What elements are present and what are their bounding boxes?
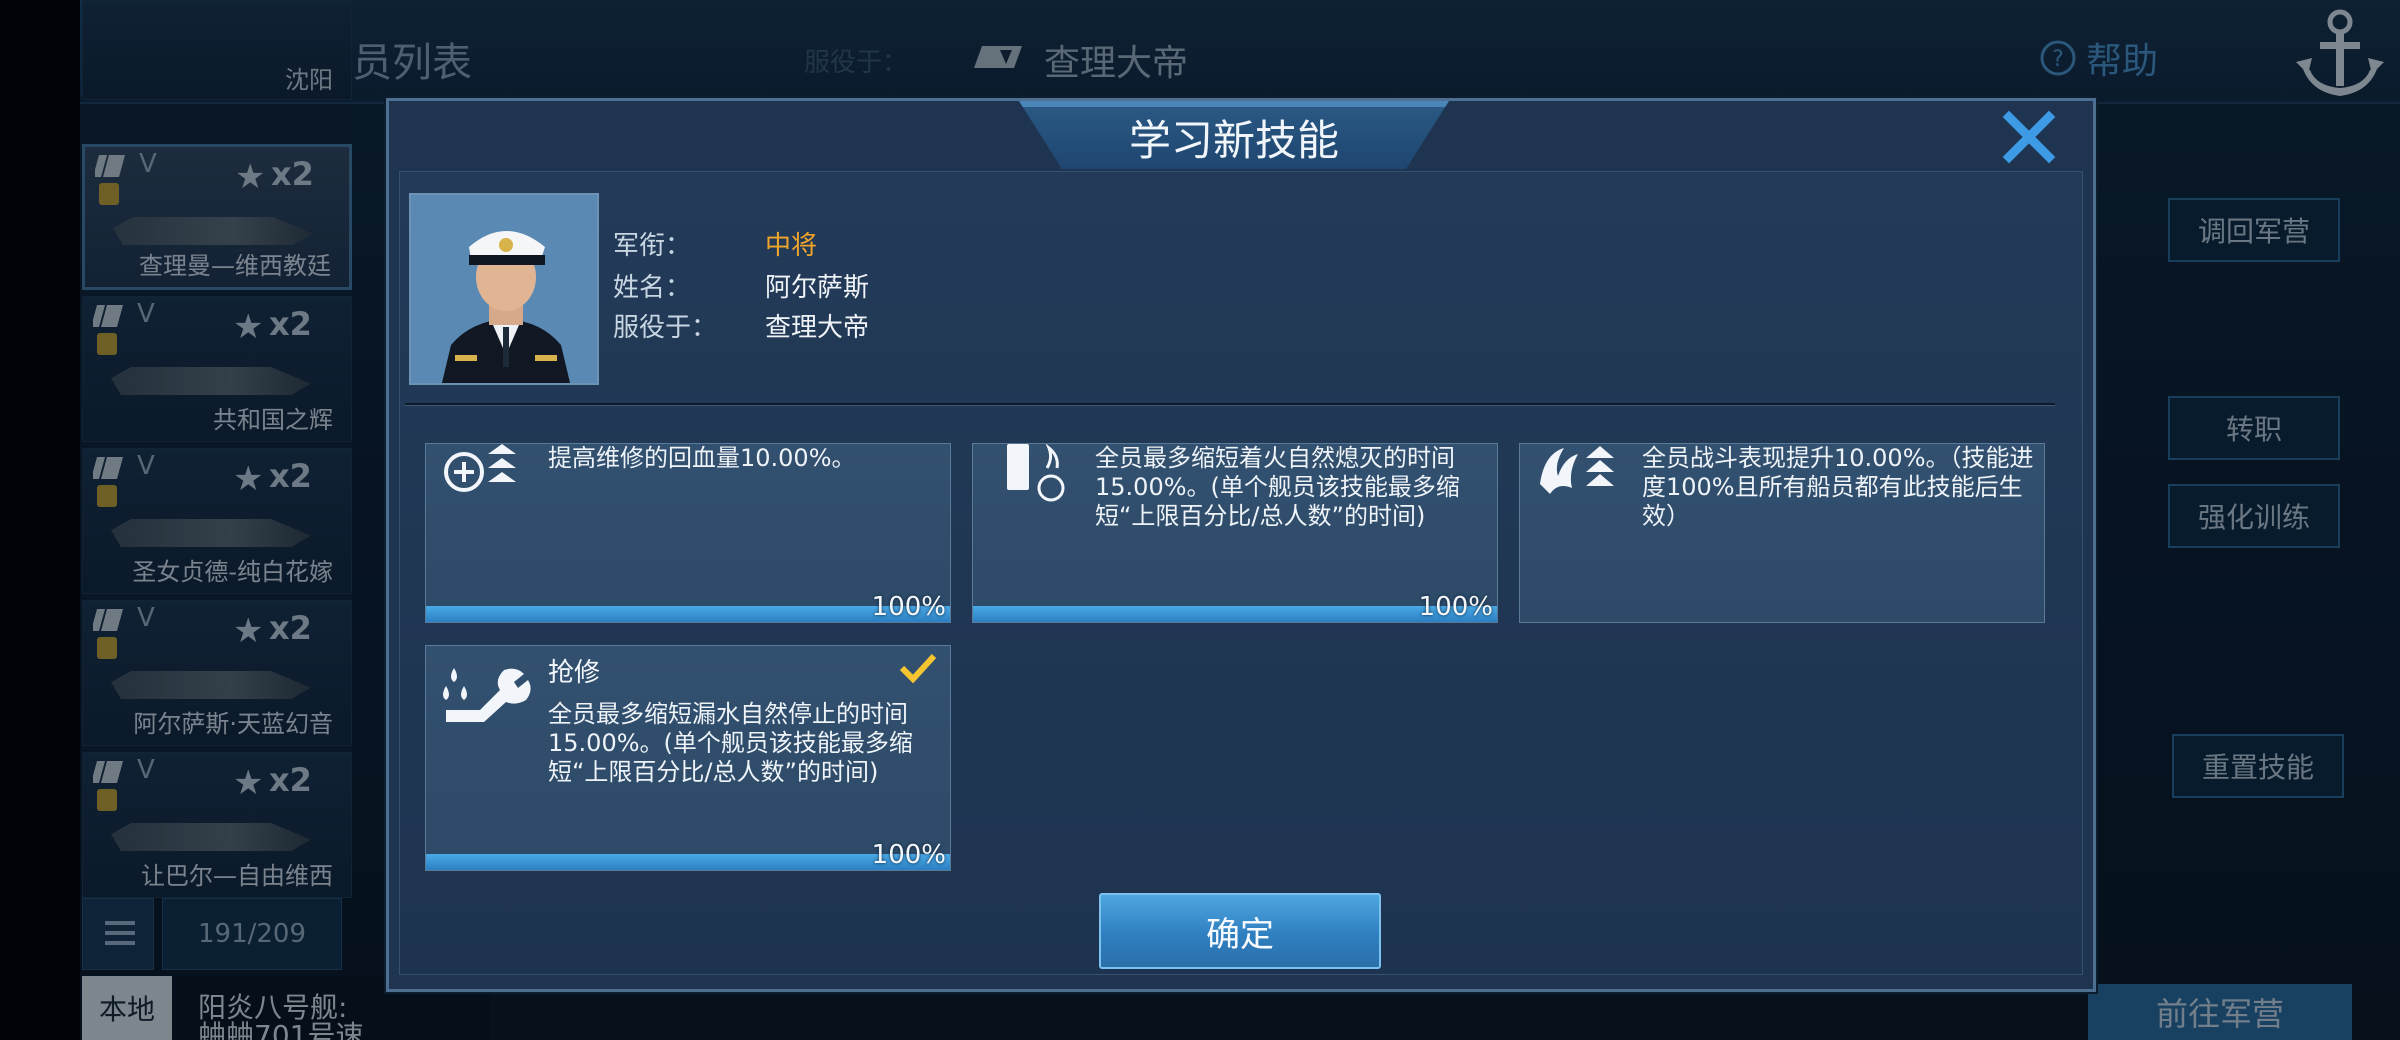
- skill-progress-label: 100%: [1418, 592, 1493, 622]
- skill-description: 全员战斗表现提升10.00%。（技能进度100%且所有船员都有此技能后生效）: [1642, 444, 2034, 530]
- rank-label: 军衔：: [613, 231, 692, 261]
- divider: [405, 403, 2055, 406]
- skill-card[interactable]: 全员战斗表现提升10.00%。（技能进度100%且所有船员都有此技能后生效）: [1519, 443, 2045, 623]
- battle-boost-icon: [1540, 446, 1614, 494]
- skill-progress-label: 100%: [871, 592, 946, 622]
- learn-skill-dialog: 学习新技能 军衔： 中将 姓名： 阿尔萨斯 服役于： 查理大帝 提高维修的回血量…: [386, 98, 2096, 992]
- serving-value: 查理大帝: [765, 313, 870, 343]
- officer-portrait: [409, 193, 599, 385]
- repair-plus-icon: [444, 444, 516, 492]
- skill-description: 全员最多缩短漏水自然停止的时间15.00%。(单个舰员该技能最多缩短“上限百分比…: [548, 700, 913, 786]
- rank-value: 中将: [765, 231, 818, 261]
- fire-extinguish-icon: [1007, 444, 1065, 502]
- confirm-button[interactable]: 确定: [1099, 893, 1381, 969]
- dialog-title: 学习新技能: [1128, 116, 1339, 165]
- skill-description: 提高维修的回血量10.00%。: [548, 444, 856, 472]
- officer-avatar-icon: [411, 195, 597, 383]
- skill-card-selected[interactable]: 抢修 全员最多缩短漏水自然停止的时间15.00%。(单个舰员该技能最多缩短“上限…: [425, 645, 951, 871]
- close-icon[interactable]: [2001, 109, 2057, 165]
- skill-name: 抢修: [548, 658, 601, 688]
- name-label: 姓名：: [613, 273, 692, 303]
- skill-progress-label: 100%: [871, 840, 946, 870]
- skill-card[interactable]: 提高维修的回血量10.00%。 100%: [425, 443, 951, 623]
- skill-card[interactable]: 全员最多缩短着火自然熄灭的时间15.00%。(单个舰员该技能最多缩短“上限百分比…: [972, 443, 1498, 623]
- emergency-repair-icon: [443, 668, 531, 722]
- name-value: 阿尔萨斯: [765, 273, 870, 303]
- check-icon: [899, 653, 937, 684]
- serving-label: 服役于：: [613, 313, 718, 343]
- skill-description: 全员最多缩短着火自然熄灭的时间15.00%。(单个舰员该技能最多缩短“上限百分比…: [1095, 444, 1460, 530]
